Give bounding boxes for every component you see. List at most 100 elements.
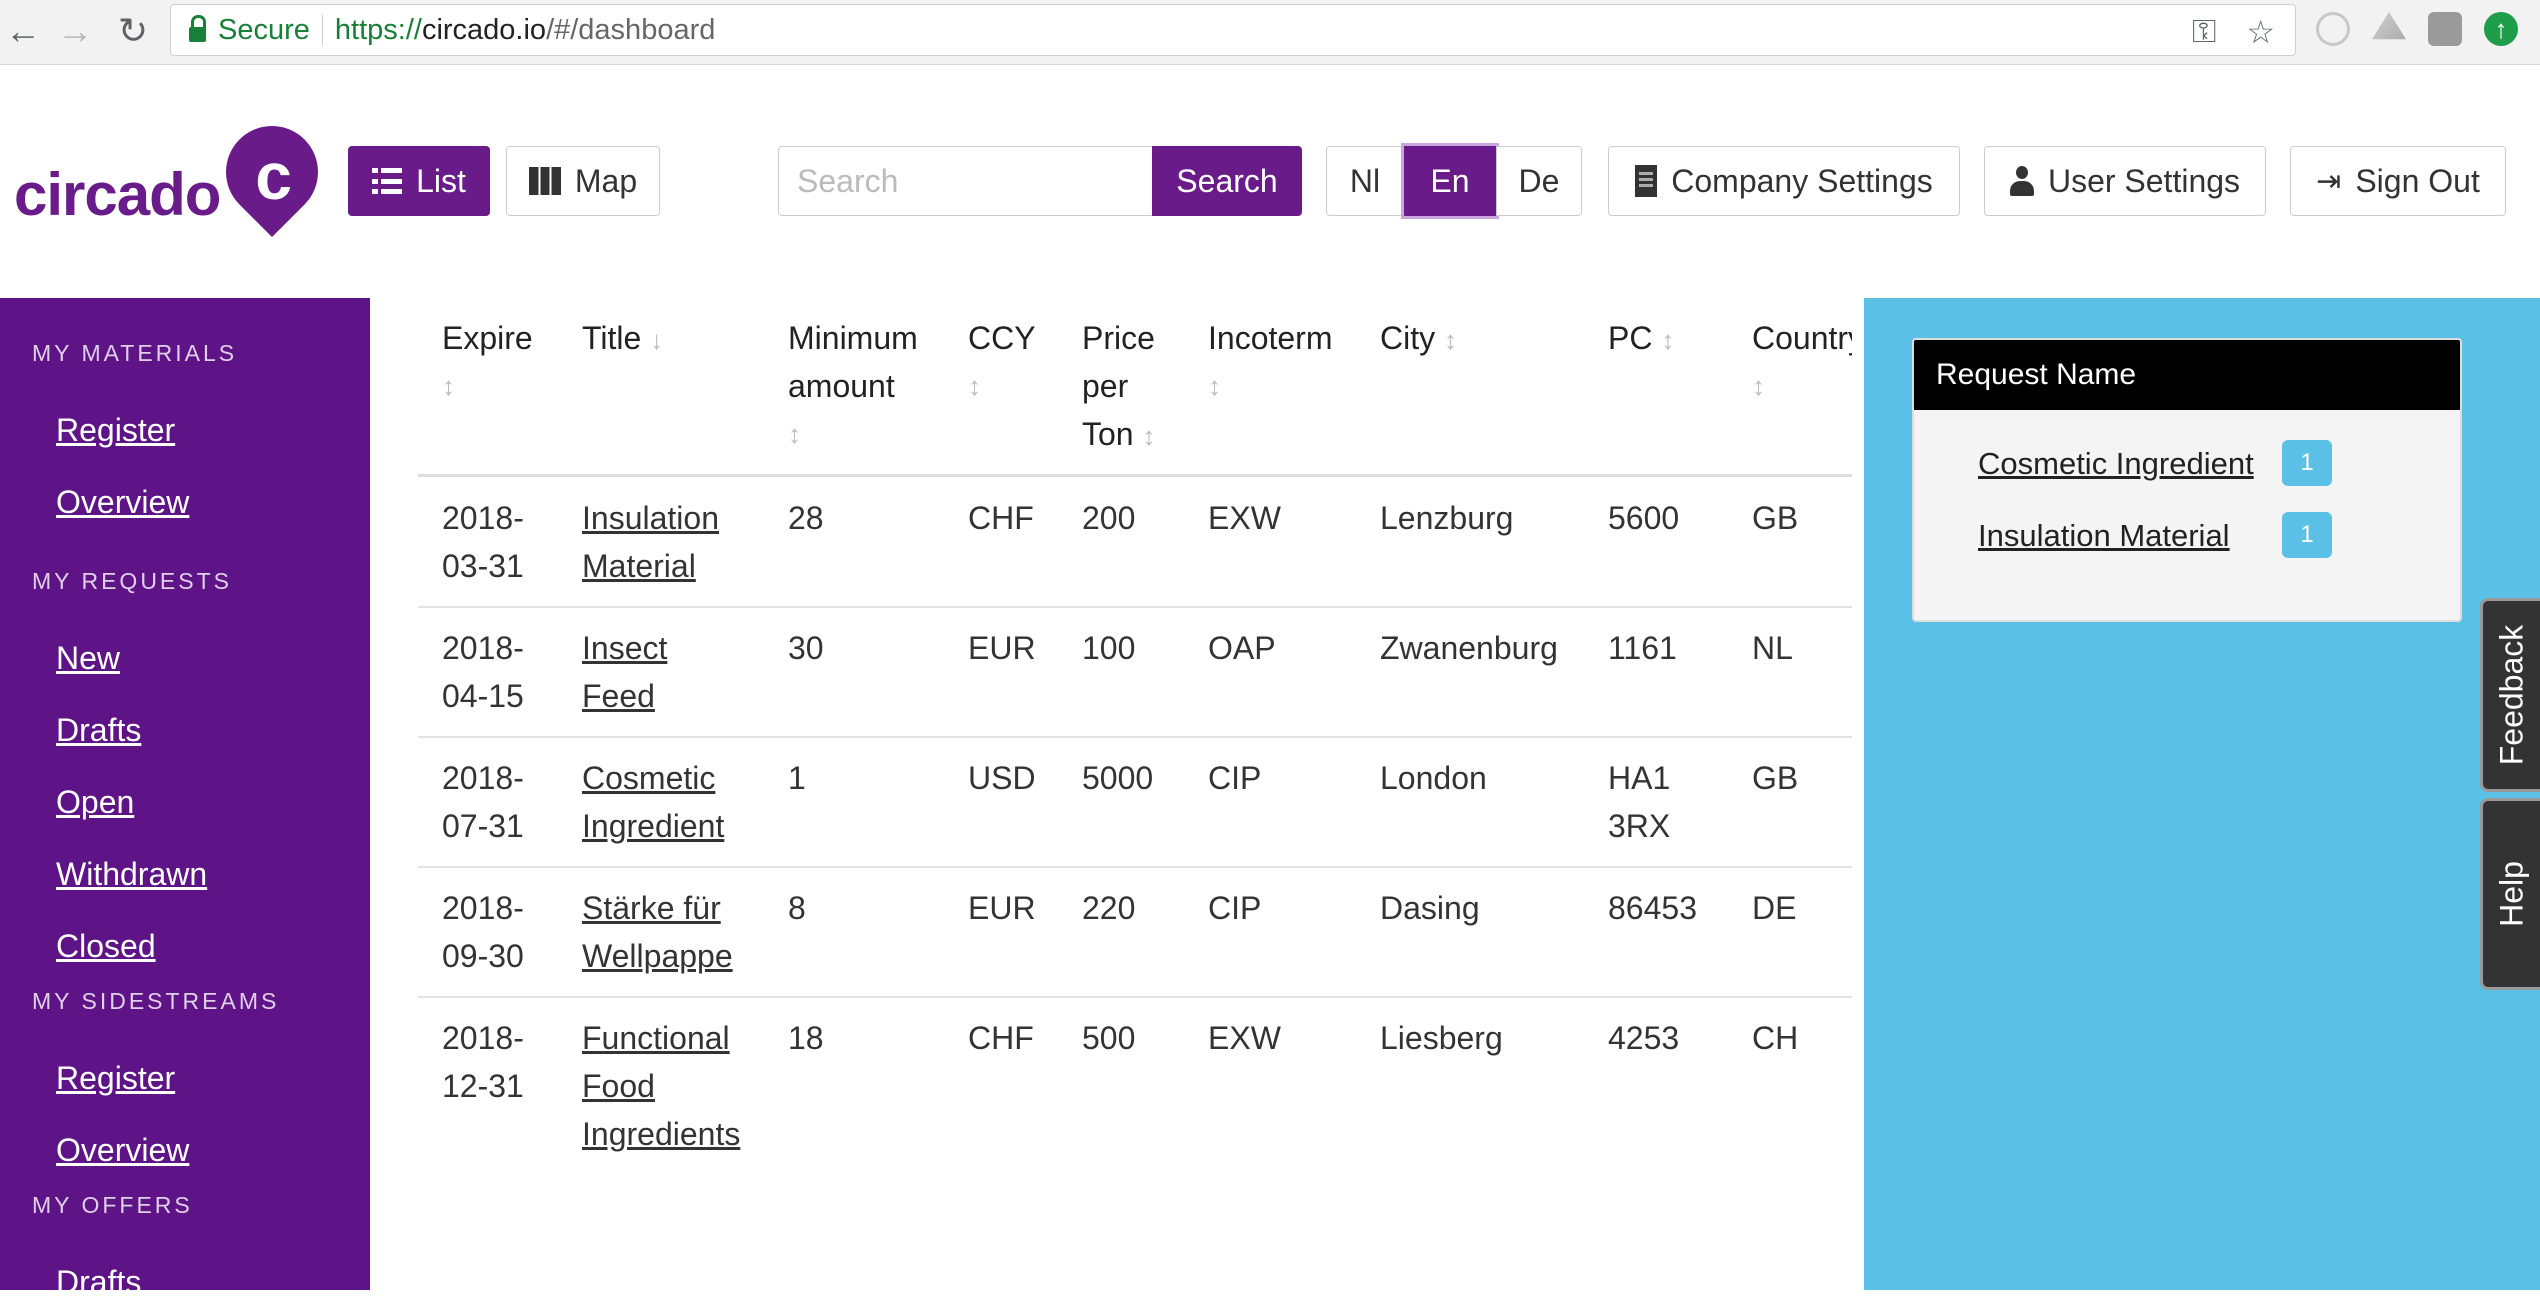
browser-toolbar: ← → ↻ Secure https://circado.io/#/dashbo…: [0, 0, 2540, 65]
sidebar-item-requests-drafts[interactable]: Drafts: [56, 712, 141, 749]
column-header-country[interactable]: Country ↕: [1752, 314, 1852, 410]
cell-ccy: CHF: [968, 1020, 1034, 1056]
url-scheme: https://: [334, 13, 422, 46]
language-nl-button[interactable]: Nl: [1326, 146, 1404, 216]
feedback-tab[interactable]: Feedback: [2480, 598, 2540, 792]
user-settings-label: User Settings: [2047, 162, 2241, 199]
table-row-divider: [418, 736, 1852, 738]
circado-logo[interactable]: circado c: [14, 106, 338, 238]
cell-ccy: EUR: [968, 890, 1036, 926]
sign-out-label: Sign Out: [2355, 162, 2480, 199]
header-title-label: Title: [582, 320, 642, 356]
column-header-ccy[interactable]: CCY ↕: [968, 314, 1036, 410]
sidebar-item-requests-closed[interactable]: Closed: [56, 928, 156, 965]
cell-pc: 1161: [1608, 630, 1677, 666]
sort-icon[interactable]: ↕: [1208, 362, 1332, 410]
search-button-label: Search: [1176, 162, 1278, 199]
request-name-header: Request Name: [1914, 340, 2460, 410]
request-link-insulation-material[interactable]: Insulation Material: [1978, 518, 2230, 554]
star-icon[interactable]: ☆: [2246, 13, 2275, 51]
cell-minimum-amount: 28: [788, 500, 824, 536]
cell-pc: 5600: [1608, 500, 1680, 536]
table-row-title-link[interactable]: Stärke für Wellpappe: [582, 884, 733, 980]
sort-down-icon[interactable]: ↓: [650, 325, 663, 355]
update-icon[interactable]: ↑: [2484, 12, 2518, 46]
header-incoterm-label: Incoterm: [1208, 320, 1333, 356]
sort-icon[interactable]: ↕: [1142, 421, 1155, 451]
sidebar-item-requests-withdrawn[interactable]: Withdrawn: [56, 856, 207, 893]
user-settings-button[interactable]: User Settings: [1984, 146, 2266, 216]
reload-icon[interactable]: ↻: [110, 8, 156, 54]
address-divider: [321, 15, 323, 45]
table-row-title-link[interactable]: Functional Food Ingredients: [582, 1014, 740, 1158]
map-view-button[interactable]: Map: [506, 146, 660, 216]
extension-info-icon[interactable]: [2316, 12, 2350, 46]
company-settings-label: Company Settings: [1671, 162, 1933, 199]
cell-ccy: CHF: [968, 500, 1034, 536]
cell-price: 220: [1082, 890, 1136, 926]
header-expire-label: Expire: [442, 320, 533, 356]
cell-country: DE: [1752, 890, 1797, 926]
cell-expire: 2018- 03-31: [442, 500, 524, 584]
sidebar-item-sidestreams-overview[interactable]: Overview: [56, 1132, 189, 1169]
cell-city: Lenzburg: [1380, 500, 1514, 536]
sidebar-item-offers-drafts[interactable]: Drafts: [56, 1264, 141, 1301]
column-header-expire[interactable]: Expire ↕: [442, 314, 533, 410]
extension-square-icon[interactable]: [2428, 12, 2462, 46]
cell-minimum-amount: 30: [788, 630, 824, 666]
company-settings-button[interactable]: Company Settings: [1608, 146, 1960, 216]
materials-table: Expire ↕ Title ↓ Minimum amount ↕ CCY ↕ …: [418, 298, 1852, 1290]
sort-icon[interactable]: ↕: [1661, 325, 1674, 355]
key-icon[interactable]: ⚿: [2192, 13, 2216, 51]
sidebar-item-requests-new[interactable]: New: [56, 640, 120, 677]
sort-icon[interactable]: ↕: [1444, 325, 1457, 355]
cell-incoterm: CIP: [1208, 760, 1262, 796]
sidebar-item-sidestreams-register[interactable]: Register: [56, 1060, 175, 1097]
table-row-title-link[interactable]: Insect Feed: [582, 624, 667, 720]
cell-city: London: [1380, 760, 1487, 796]
cell-incoterm: EXW: [1208, 1020, 1281, 1056]
sign-out-icon: ⇥: [2316, 164, 2342, 198]
help-tab-label: Help: [2493, 861, 2529, 927]
cell-expire: 2018- 09-30: [442, 890, 524, 974]
table-row-title-link[interactable]: Cosmetic Ingredient: [582, 754, 724, 850]
sidebar-item-materials-register[interactable]: Register: [56, 412, 175, 449]
address-bar[interactable]: Secure https://circado.io/#/dashboard ⚿ …: [170, 4, 2296, 56]
search-button[interactable]: Search: [1152, 146, 1302, 216]
column-header-city[interactable]: City ↕: [1380, 314, 1457, 364]
column-header-price-per-ton[interactable]: Price per Ton ↕: [1082, 314, 1155, 460]
column-header-title[interactable]: Title ↓: [582, 314, 663, 364]
request-link-cosmetic-ingredient[interactable]: Cosmetic Ingredient: [1978, 446, 2254, 482]
cell-incoterm: EXW: [1208, 500, 1281, 536]
cell-price: 500: [1082, 1020, 1136, 1056]
help-tab[interactable]: Help: [2480, 798, 2540, 990]
language-de-button[interactable]: De: [1496, 146, 1582, 216]
search-input[interactable]: [778, 146, 1152, 216]
sidebar-item-materials-overview[interactable]: Overview: [56, 484, 189, 521]
sort-icon[interactable]: ↕: [442, 362, 533, 410]
drive-icon[interactable]: [2372, 12, 2406, 40]
column-header-pc[interactable]: PC ↕: [1608, 314, 1674, 364]
sort-icon[interactable]: ↕: [1752, 362, 1852, 410]
column-header-incoterm[interactable]: Incoterm ↕: [1208, 314, 1332, 410]
back-arrow-icon[interactable]: ←: [0, 8, 46, 54]
sort-icon[interactable]: ↕: [788, 410, 918, 458]
list-view-button[interactable]: List: [348, 146, 490, 216]
table-header-divider: [418, 474, 1852, 477]
cell-country: NL: [1752, 630, 1793, 666]
sign-out-button[interactable]: ⇥ Sign Out: [2290, 146, 2506, 216]
cell-price: 100: [1082, 630, 1136, 666]
sort-icon[interactable]: ↕: [968, 362, 1036, 410]
sidebar-heading-offers: MY OFFERS: [32, 1192, 193, 1218]
user-icon: [2009, 166, 2034, 196]
language-de-label: De: [1518, 162, 1560, 199]
logo-pin-icon: c: [207, 106, 338, 238]
forward-arrow-icon[interactable]: →: [52, 8, 98, 54]
sidebar: MY MATERIALS Register Overview MY REQUES…: [0, 298, 370, 1300]
column-header-minimum-amount[interactable]: Minimum amount ↕: [788, 314, 918, 458]
language-en-button[interactable]: En: [1404, 146, 1496, 216]
table-row-title-link[interactable]: Insulation Material: [582, 494, 719, 590]
requests-panel: Request Name Cosmetic Ingredient 1 Insul…: [1864, 298, 2540, 1290]
sidebar-item-requests-open[interactable]: Open: [56, 784, 134, 821]
header-amount-label: amount: [788, 368, 895, 404]
